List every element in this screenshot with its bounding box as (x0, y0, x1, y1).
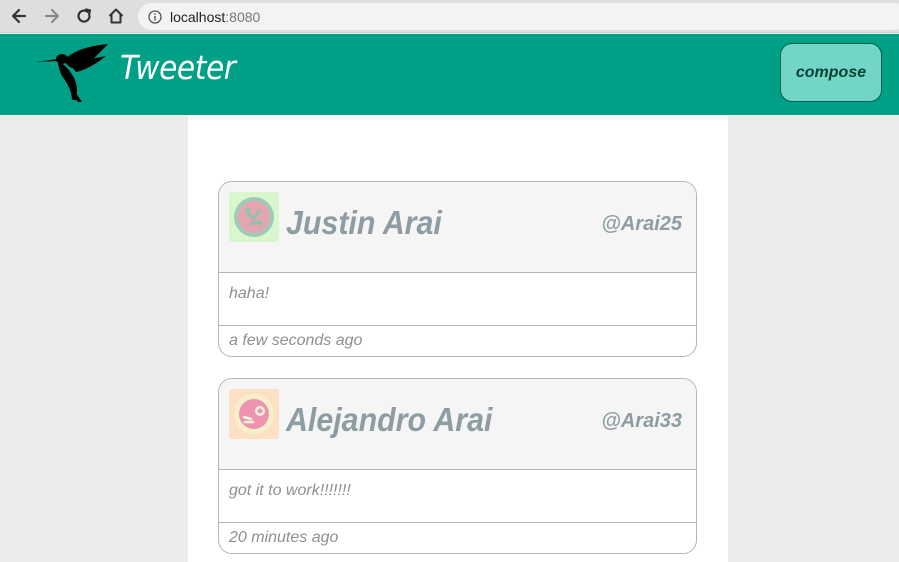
tweet-card: Justin Arai @Arai25 haha! a few seconds … (218, 181, 697, 357)
tweet-author-handle[interactable]: @Arai25 (601, 213, 682, 236)
tweet-header: Alejandro Arai @Arai33 (219, 379, 696, 470)
url-port: :8080 (225, 8, 261, 25)
compose-button[interactable]: compose (780, 43, 882, 102)
tweet-timestamp: a few seconds ago (229, 332, 363, 349)
tweet-feed: Justin Arai @Arai25 haha! a few seconds … (188, 115, 728, 562)
home-icon (108, 8, 124, 24)
home-button[interactable] (105, 5, 127, 27)
reload-icon (77, 8, 92, 23)
app-title: Tweeter (120, 48, 236, 87)
url-text: localhost:8080 (170, 9, 260, 25)
tweet-author-handle[interactable]: @Arai33 (601, 410, 682, 433)
info-icon[interactable] (148, 9, 162, 24)
tweet-content: haha! (219, 273, 696, 326)
app-header: Tweeter compose (0, 34, 899, 115)
address-bar[interactable]: localhost:8080 (138, 3, 899, 30)
tweet-author-name: Justin Arai (286, 204, 442, 241)
tweet-card: Alejandro Arai @Arai33 got it to work!!!… (218, 378, 697, 554)
tweet-timestamp: 20 minutes ago (229, 529, 339, 546)
tweet-content: got it to work!!!!!!! (219, 470, 696, 523)
forward-button[interactable] (41, 5, 63, 27)
tweet-author-name: Alejandro Arai (286, 401, 493, 438)
arrow-left-icon (11, 8, 27, 24)
hummingbird-icon (36, 44, 108, 102)
tweet-header: Justin Arai @Arai25 (219, 182, 696, 273)
avatar-icon (229, 192, 279, 242)
arrow-right-icon (44, 8, 60, 24)
avatar-icon (229, 389, 279, 439)
back-button[interactable] (8, 5, 30, 27)
browser-toolbar: localhost:8080 (0, 0, 899, 33)
url-host: localhost (170, 8, 226, 25)
reload-button[interactable] (73, 5, 95, 27)
